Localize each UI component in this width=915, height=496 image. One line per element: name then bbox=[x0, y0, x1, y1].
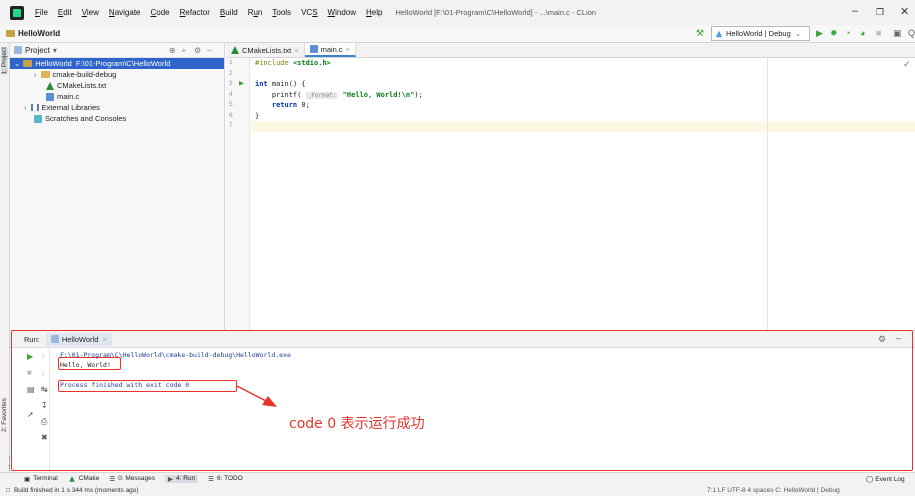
cmake-icon bbox=[68, 475, 75, 482]
event-log-button[interactable]: ◯ Event Log bbox=[866, 475, 905, 483]
annotation-arrow-line bbox=[236, 385, 267, 402]
annotation-arrow-head bbox=[262, 396, 277, 407]
messages-icon: ☰ bbox=[109, 475, 116, 483]
tool-tab-run[interactable]: ▶ 4: Run bbox=[165, 474, 199, 483]
tab-label: CMake bbox=[78, 475, 100, 482]
tab-label: 0: Messages bbox=[118, 475, 155, 482]
tool-tab-cmake[interactable]: CMake bbox=[68, 475, 100, 483]
event-log-icon: ◯ bbox=[866, 475, 874, 483]
tab-label: 6: TODO bbox=[216, 475, 243, 482]
tool-tab-terminal[interactable]: ▣ Terminal bbox=[24, 475, 58, 483]
status-info[interactable]: 7:1 LF UTF-8 4 spaces C: HelloWorld | De… bbox=[707, 487, 840, 494]
tool-tab-todo[interactable]: ☰ 6: TODO bbox=[208, 475, 243, 483]
status-window-icon[interactable]: □ bbox=[6, 487, 10, 494]
event-log-label: Event Log bbox=[875, 475, 905, 483]
annotation-text: code 0 表示运行成功 bbox=[289, 416, 425, 432]
annotation-arrow-svg bbox=[236, 385, 277, 407]
todo-icon: ☰ bbox=[208, 475, 214, 483]
terminal-icon: ▣ bbox=[24, 475, 31, 483]
tab-label: 4: Run bbox=[176, 475, 196, 482]
bottom-tool-tabs: ▣ Terminal CMake ☰ 0: Messages ▶ 4: Run ☰ 6:… bbox=[0, 472, 915, 484]
tool-tab-messages[interactable]: ☰ 0: Messages bbox=[109, 475, 155, 483]
status-bar: □ Build finished in 1 s 344 ms (moments … bbox=[0, 484, 915, 496]
status-message: Build finished in 1 s 344 ms (moments ag… bbox=[13, 486, 139, 494]
tab-label: Terminal bbox=[33, 475, 58, 482]
run-icon: ▶ bbox=[168, 475, 173, 483]
